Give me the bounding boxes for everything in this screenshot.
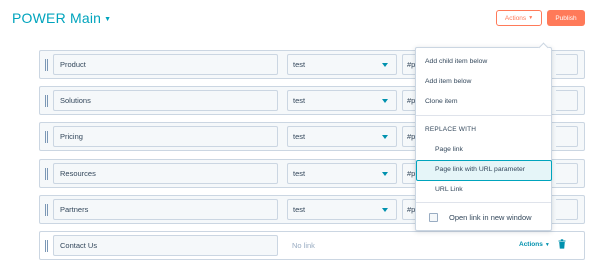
replace-with-heading: REPLACE WITH	[425, 126, 477, 133]
caret-down-icon: ▼	[528, 15, 534, 21]
dropdown-arrow-icon	[382, 63, 388, 67]
no-link-text: No link	[292, 241, 315, 250]
link-type-select[interactable]: test	[287, 90, 397, 111]
url-input-end[interactable]	[556, 199, 578, 220]
drag-handle-icon[interactable]	[45, 95, 50, 107]
menu-clone-item[interactable]: Clone item	[425, 98, 458, 105]
publish-button[interactable]: Publish	[547, 10, 585, 26]
open-new-window-checkbox[interactable]	[429, 213, 438, 222]
open-new-window-label: Open link in new window	[449, 213, 532, 222]
link-type-value: test	[293, 132, 306, 141]
url-input-end[interactable]	[556, 90, 578, 111]
link-type-select[interactable]: test	[287, 54, 397, 75]
actions-dropdown-menu: Add child item below Add item below Clon…	[415, 42, 552, 231]
dropdown-arrow-icon	[382, 208, 388, 212]
actions-button[interactable]: Actions ▼	[496, 10, 542, 26]
link-type-select[interactable]: test	[287, 126, 397, 147]
item-name-input[interactable]: Partners	[53, 199, 278, 220]
item-name-input[interactable]: Resources	[53, 163, 278, 184]
link-type-value: test	[293, 169, 306, 178]
menu-add-child-item[interactable]: Add child item below	[425, 58, 487, 65]
item-name-input[interactable]: Solutions	[53, 90, 278, 111]
link-type-value: test	[293, 96, 306, 105]
item-name-input[interactable]: Contact Us	[53, 235, 278, 256]
link-type-value: test	[293, 60, 306, 69]
menu-item-row: Contact Us No link Actions ▼	[39, 231, 585, 260]
dropdown-arrow-icon	[382, 172, 388, 176]
menu-add-item[interactable]: Add item below	[425, 78, 471, 85]
item-name-input[interactable]: Pricing	[53, 126, 278, 147]
item-name-input[interactable]: Product	[53, 54, 278, 75]
caret-down-icon: ▼	[544, 241, 550, 248]
link-type-value: test	[293, 205, 306, 214]
menu-title[interactable]: POWER Main ▼	[12, 10, 111, 26]
menu-divider	[416, 115, 551, 116]
menu-page-link[interactable]: Page link	[435, 146, 463, 153]
drag-handle-icon[interactable]	[45, 131, 50, 143]
menu-divider	[416, 202, 551, 203]
dropdown-arrow-icon	[382, 99, 388, 103]
menu-pointer	[538, 42, 549, 53]
menu-title-text: POWER Main	[12, 10, 102, 26]
drag-handle-icon[interactable]	[45, 204, 50, 216]
url-input-end[interactable]	[556, 54, 578, 75]
menu-url-link[interactable]: URL Link	[435, 186, 463, 193]
trash-icon[interactable]	[558, 239, 566, 249]
url-input-end[interactable]	[556, 126, 578, 147]
row-actions-button[interactable]: Actions ▼	[519, 241, 550, 248]
row-actions-label: Actions	[519, 241, 543, 248]
caret-down-icon: ▼	[104, 15, 112, 23]
drag-handle-icon[interactable]	[45, 240, 50, 252]
actions-button-label: Actions	[504, 14, 527, 22]
drag-handle-icon[interactable]	[45, 168, 50, 180]
link-type-select[interactable]: test	[287, 163, 397, 184]
dropdown-arrow-icon	[382, 135, 388, 139]
drag-handle-icon[interactable]	[45, 59, 50, 71]
link-type-select[interactable]: test	[287, 199, 397, 220]
menu-page-link-url-param-label: Page link with URL parameter	[435, 166, 526, 173]
url-input-end[interactable]	[556, 163, 578, 184]
